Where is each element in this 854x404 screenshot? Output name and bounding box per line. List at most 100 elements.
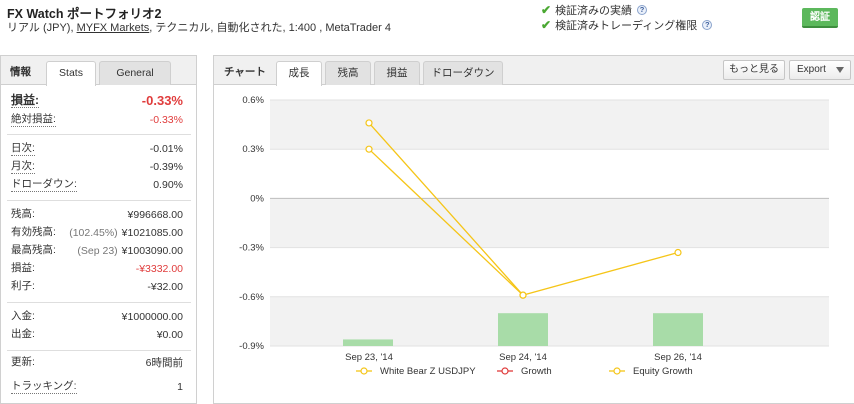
info-panel-header: 情報 Stats General bbox=[1, 56, 196, 86]
stat-value-group: (102.45%) ¥1021085.00 bbox=[69, 224, 183, 242]
stat-label: 有効残高: bbox=[11, 226, 56, 238]
stat-updated: 更新: 6時間前 bbox=[11, 354, 183, 372]
y-tick-label: -0.6% bbox=[239, 292, 264, 303]
stat-value: ¥1000000.00 bbox=[121, 311, 183, 323]
stat-label: 残高: bbox=[11, 208, 35, 220]
verified-track-record: ✔ 検証済みの実績 ? bbox=[541, 2, 648, 18]
export-dropdown[interactable]: Export bbox=[789, 60, 851, 80]
stat-daily: 日次: -0.01% bbox=[11, 140, 183, 158]
stat-label[interactable]: 絶対損益: bbox=[11, 113, 56, 127]
stat-withdrawals: 出金: ¥0.00 bbox=[11, 326, 183, 344]
stat-label: 更新: bbox=[11, 356, 35, 368]
x-tick-label: Sep 24, '14 bbox=[499, 352, 547, 363]
stat-label[interactable]: 日次: bbox=[11, 142, 35, 156]
stat-value: -¥3332.00 bbox=[135, 263, 183, 275]
check-icon: ✔ bbox=[541, 18, 552, 32]
stat-label: 利子: bbox=[11, 280, 35, 292]
chart-panel-header: チャート 成長 残高 損益 ドローダウン もっと見る Export bbox=[214, 56, 854, 86]
chart-panel: チャート 成長 残高 損益 ドローダウン もっと見る Export 0.6% 0.… bbox=[213, 55, 854, 404]
chevron-down-icon bbox=[836, 67, 844, 73]
growth-chart-svg: 0.6% 0.3% 0% -0.3% -0.6% -0.9% Sep 23, '14 Sep … bbox=[239, 95, 829, 377]
tab-stats[interactable]: Stats bbox=[46, 61, 96, 86]
stat-deposits: 入金: ¥1000000.00 bbox=[11, 308, 183, 326]
legend-marker bbox=[613, 367, 621, 375]
verified-trading-privileges: ✔ 検証済みトレーディング権限 ? bbox=[541, 17, 713, 33]
follow-button[interactable]: 認証 bbox=[802, 8, 838, 28]
chart-panel-title: チャート bbox=[224, 66, 266, 78]
stat-label: 入金: bbox=[11, 310, 35, 322]
info-panel: 情報 Stats General 損益: -0.33% 絶対損益: -0.33%… bbox=[0, 55, 197, 404]
divider bbox=[7, 302, 191, 303]
y-tick-label: -0.3% bbox=[239, 243, 264, 254]
stat-value: 1 bbox=[177, 381, 183, 393]
stat-label[interactable]: 損益: bbox=[11, 94, 39, 108]
y-tick-label: 0% bbox=[250, 193, 264, 204]
stat-value: -0.33% bbox=[149, 114, 183, 126]
legend-label: Growth bbox=[521, 366, 552, 377]
stat-note: (Sep 23) bbox=[77, 245, 118, 257]
stat-tracking: トラッキング: 1 bbox=[11, 378, 183, 396]
info-panel-title: 情報 bbox=[10, 66, 31, 78]
divider bbox=[7, 200, 191, 201]
stat-value: ¥0.00 bbox=[156, 329, 183, 341]
verified-track-label: 検証済みの実績 bbox=[555, 5, 633, 17]
bar bbox=[653, 313, 703, 346]
legend-marker bbox=[360, 367, 368, 375]
stat-label[interactable]: ドローダウン: bbox=[11, 178, 77, 192]
y-tick-label: 0.3% bbox=[242, 144, 264, 155]
help-icon[interactable]: ? bbox=[702, 20, 713, 30]
export-label: Export bbox=[797, 64, 826, 75]
header: FX Watch ポートフォリオ2 リアル (JPY), MYFX Market… bbox=[0, 0, 854, 44]
data-point bbox=[674, 248, 682, 257]
stat-value: -0.33% bbox=[141, 93, 183, 108]
y-tick-label: 0.6% bbox=[242, 95, 264, 106]
stat-abs-gain: 絶対損益: -0.33% bbox=[11, 111, 183, 129]
stat-value: 6時間前 bbox=[145, 357, 183, 369]
tab-balance[interactable]: 残高 bbox=[325, 61, 371, 85]
stat-gain: 損益: -0.33% bbox=[11, 92, 183, 110]
legend-label: Equity Growth bbox=[633, 366, 693, 377]
stat-label[interactable]: 月次: bbox=[11, 160, 35, 174]
legend-label: White Bear Z USDJPY bbox=[380, 366, 476, 377]
growth-chart: 0.6% 0.3% 0% -0.3% -0.6% -0.9% Sep 23, '14 Sep … bbox=[214, 86, 854, 404]
stat-drawdown: ドローダウン: 0.90% bbox=[11, 176, 183, 194]
stat-value: ¥1021085.00 bbox=[121, 227, 183, 239]
stat-interest: 利子: -¥32.00 bbox=[11, 278, 183, 296]
stat-value-group: (Sep 23) ¥1003090.00 bbox=[77, 242, 183, 260]
tab-profit[interactable]: 損益 bbox=[374, 61, 420, 85]
stat-value: -¥32.00 bbox=[147, 281, 183, 293]
stat-label: 最高残高: bbox=[11, 244, 56, 256]
y-tick-label: -0.9% bbox=[239, 341, 264, 352]
legend-marker bbox=[501, 367, 509, 375]
data-point bbox=[365, 145, 373, 153]
stat-label: 損益: bbox=[11, 262, 35, 274]
divider bbox=[7, 350, 191, 351]
stat-value: -0.01% bbox=[149, 143, 183, 155]
account-subtitle: リアル (JPY), MYFX Markets, テクニカル, 自動化された, … bbox=[7, 19, 391, 35]
stat-value: ¥1003090.00 bbox=[121, 245, 183, 257]
stat-equity: 有効残高: (102.45%) ¥1021085.00 bbox=[11, 224, 183, 242]
bar bbox=[498, 313, 548, 346]
bar bbox=[343, 339, 393, 346]
chart-band bbox=[270, 100, 829, 150]
tab-general[interactable]: General bbox=[99, 61, 171, 85]
tab-drawdown[interactable]: ドローダウン bbox=[423, 61, 503, 85]
stat-value: ¥996668.00 bbox=[127, 209, 183, 221]
stat-value: 0.90% bbox=[153, 179, 183, 191]
x-tick-label: Sep 26, '14 bbox=[654, 352, 702, 363]
divider bbox=[7, 134, 191, 135]
more-button[interactable]: もっと見る bbox=[723, 60, 785, 80]
stat-profit: 損益: -¥3332.00 bbox=[11, 260, 183, 278]
help-icon[interactable]: ? bbox=[637, 5, 648, 15]
account-details: , テクニカル, 自動化された, 1:400 , MetaTrader 4 bbox=[149, 22, 391, 34]
stat-label[interactable]: トラッキング: bbox=[11, 380, 77, 394]
tab-growth[interactable]: 成長 bbox=[276, 61, 322, 86]
chart-band bbox=[270, 296, 829, 346]
broker-link[interactable]: MYFX Markets bbox=[77, 22, 150, 34]
stat-monthly: 月次: -0.39% bbox=[11, 158, 183, 176]
stat-value: -0.39% bbox=[149, 161, 183, 173]
data-point bbox=[519, 291, 527, 299]
stat-note: (102.45%) bbox=[69, 227, 118, 239]
stat-highest: 最高残高: (Sep 23) ¥1003090.00 bbox=[11, 242, 183, 260]
account-type: リアル (JPY), bbox=[7, 22, 77, 34]
